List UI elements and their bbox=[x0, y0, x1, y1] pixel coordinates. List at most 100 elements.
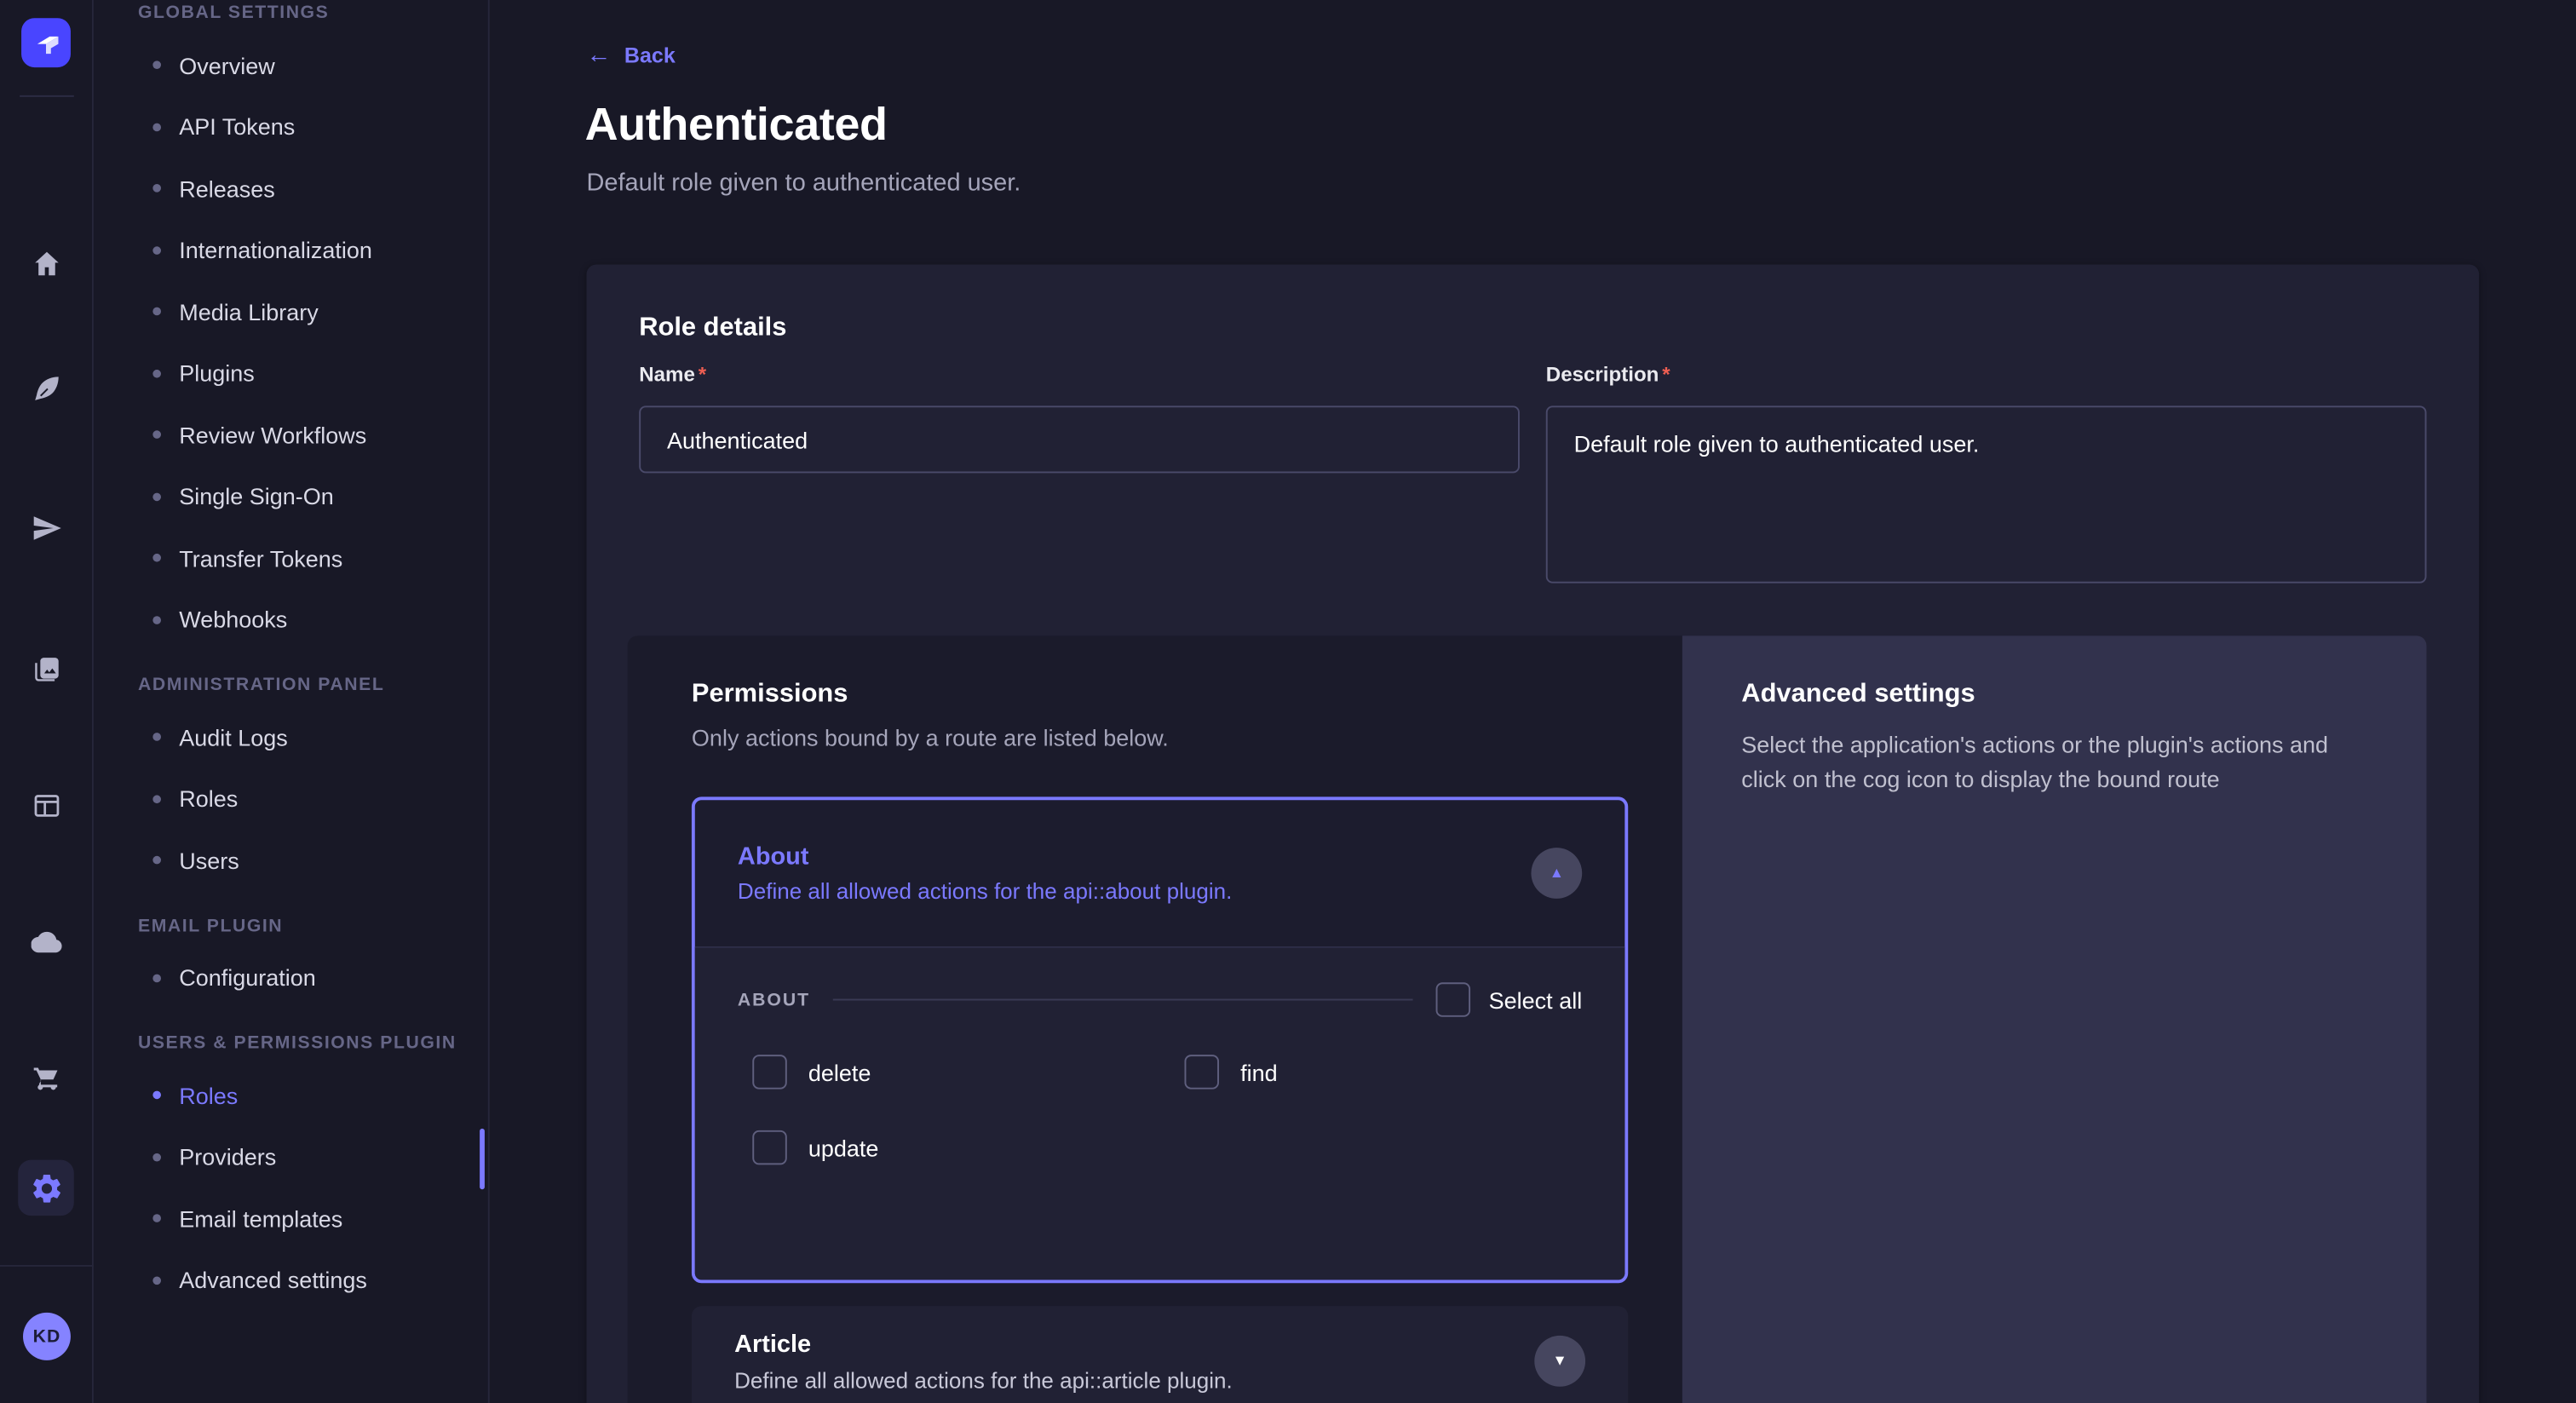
settings-sidebar: GLOBAL SETTINGS Overview API Tokens Release… bbox=[94, 0, 490, 1403]
select-all-label: Select all bbox=[1489, 986, 1583, 1013]
sidebar-item-transfer-tokens[interactable]: Transfer Tokens bbox=[94, 527, 488, 589]
sidebar-item-api-tokens[interactable]: API Tokens bbox=[94, 96, 488, 158]
strapi-admin-page: KD GLOBAL SETTINGS Overview API Tokens Rele… bbox=[0, 0, 2576, 1403]
bullet-icon bbox=[152, 733, 161, 742]
bullet-icon bbox=[152, 369, 161, 377]
rail-bottom-divider bbox=[0, 1265, 94, 1267]
permission-actions: delete find update bbox=[752, 1055, 1616, 1164]
sidebar-item-webhooks[interactable]: Webhooks bbox=[94, 589, 488, 650]
sidebar-item-label: Advanced settings bbox=[179, 1267, 367, 1293]
sidebar-item-single-sign-on[interactable]: Single Sign-On bbox=[94, 466, 488, 527]
sidebar-item-label: Configuration bbox=[179, 965, 316, 992]
sidebar-item-label: Email templates bbox=[179, 1205, 342, 1232]
sidebar-item-overview[interactable]: Overview bbox=[94, 34, 488, 95]
sidebar-item-users[interactable]: Users bbox=[94, 830, 488, 891]
media-library-icon[interactable] bbox=[23, 646, 69, 692]
accordion-about: About Define all allowed actions for the… bbox=[692, 796, 1628, 1283]
sidebar-item-label: Releases bbox=[179, 175, 275, 202]
permission-action-find: find bbox=[1184, 1055, 1616, 1090]
sidebar-section-title: EMAIL PLUGIN bbox=[94, 914, 488, 947]
chevron-down-icon: ▼ bbox=[1553, 1354, 1567, 1368]
nav-rail: KD bbox=[0, 0, 94, 1403]
accordion-about-body: ABOUT Select all delete find update bbox=[695, 946, 1625, 1279]
advanced-settings-body: Select the application's actions or the … bbox=[1741, 727, 2369, 796]
bullet-icon bbox=[152, 1091, 161, 1100]
action-label: delete bbox=[808, 1059, 871, 1085]
permission-action-update: update bbox=[752, 1130, 1184, 1165]
sidebar-item-advanced-settings[interactable]: Advanced settings bbox=[94, 1250, 488, 1311]
accordion-article-title: Article bbox=[734, 1331, 811, 1359]
required-asterisk: * bbox=[1662, 363, 1670, 386]
sidebar-item-label: Single Sign-On bbox=[179, 483, 334, 509]
select-all-checkbox[interactable] bbox=[1436, 982, 1471, 1016]
sidebar-item-label: Users bbox=[179, 848, 239, 874]
sidebar-item-releases[interactable]: Releases bbox=[94, 158, 488, 219]
page-subtitle: Default role given to authenticated user… bbox=[586, 170, 1021, 198]
sidebar-section-title: ADMINISTRATION PANEL bbox=[94, 674, 488, 707]
name-input[interactable] bbox=[639, 405, 1520, 473]
permissions-panel: Permissions Only actions bound by a rout… bbox=[628, 635, 1682, 1403]
permission-action-delete: delete bbox=[752, 1055, 1184, 1090]
sidebar-item-audit-logs[interactable]: Audit Logs bbox=[94, 706, 488, 768]
sidebar-item-media-library[interactable]: Media Library bbox=[94, 281, 488, 342]
sidebar-item-email-templates[interactable]: Email templates bbox=[94, 1187, 488, 1249]
action-label: find bbox=[1240, 1059, 1278, 1085]
home-icon[interactable] bbox=[23, 240, 69, 286]
description-label: Description* bbox=[1546, 363, 1670, 386]
group-label: ABOUT bbox=[738, 990, 810, 1009]
sidebar-item-plugins[interactable]: Plugins bbox=[94, 342, 488, 404]
paper-plane-icon[interactable] bbox=[23, 504, 69, 550]
cart-icon[interactable] bbox=[23, 1053, 69, 1099]
sidebar-item-review-workflows[interactable]: Review Workflows bbox=[94, 404, 488, 465]
accordion-about-header[interactable]: About Define all allowed actions for the… bbox=[695, 800, 1625, 946]
gear-icon[interactable] bbox=[18, 1160, 74, 1216]
update-checkbox[interactable] bbox=[752, 1130, 786, 1165]
action-label: update bbox=[808, 1135, 879, 1161]
delete-checkbox[interactable] bbox=[752, 1055, 786, 1090]
bullet-icon bbox=[152, 492, 161, 501]
expand-button[interactable]: ▼ bbox=[1534, 1336, 1585, 1387]
back-link[interactable]: ← Back bbox=[586, 43, 675, 67]
sidebar-item-providers[interactable]: Providers bbox=[94, 1126, 488, 1187]
find-checkbox[interactable] bbox=[1184, 1055, 1219, 1090]
accordion-article-subtitle: Define all allowed actions for the api::… bbox=[734, 1368, 1233, 1393]
sidebar-item-internationalization[interactable]: Internationalization bbox=[94, 219, 488, 280]
required-asterisk: * bbox=[699, 363, 706, 386]
name-label: Name* bbox=[639, 363, 706, 386]
sidebar-item-label: Overview bbox=[179, 52, 275, 78]
accordion-about-subtitle: Define all allowed actions for the api::… bbox=[738, 879, 1232, 904]
permissions-heading: Permissions bbox=[692, 680, 848, 710]
arrow-left-icon: ← bbox=[586, 44, 611, 66]
description-textarea[interactable]: Default role given to authenticated user… bbox=[1546, 405, 2427, 583]
collapse-button[interactable]: ▲ bbox=[1531, 848, 1582, 899]
group-divider bbox=[833, 999, 1413, 1001]
feather-icon[interactable] bbox=[23, 365, 69, 411]
strapi-logo-icon bbox=[32, 28, 61, 58]
cloud-icon[interactable] bbox=[23, 918, 69, 964]
bullet-icon bbox=[152, 616, 161, 624]
sidebar-item-configuration[interactable]: Configuration bbox=[94, 947, 488, 1009]
bullet-icon bbox=[152, 1215, 161, 1223]
strapi-logo[interactable] bbox=[21, 18, 71, 67]
page-title: Authenticated bbox=[585, 99, 888, 152]
layout-icon[interactable] bbox=[23, 782, 69, 828]
sidebar-item-label: Media Library bbox=[179, 299, 319, 325]
accordion-article[interactable]: Article Define all allowed actions for t… bbox=[692, 1306, 1628, 1403]
bullet-icon bbox=[152, 554, 161, 562]
bullet-icon bbox=[152, 123, 161, 131]
sidebar-item-label: Roles bbox=[179, 785, 238, 812]
sidebar-item-roles[interactable]: Roles bbox=[94, 1065, 488, 1126]
role-details-heading: Role details bbox=[639, 313, 786, 343]
sidebar-item-label: Transfer Tokens bbox=[179, 545, 342, 572]
user-avatar[interactable]: KD bbox=[23, 1313, 71, 1360]
sidebar-section: GLOBAL SETTINGS Overview API Tokens Release… bbox=[94, 0, 488, 651]
rail-divider bbox=[20, 95, 74, 97]
role-card: Role details Name* Description* Default … bbox=[586, 264, 2479, 1402]
sidebar-section-title: GLOBAL SETTINGS bbox=[94, 2, 488, 35]
bullet-icon bbox=[152, 856, 161, 865]
sidebar-item-label: Webhooks bbox=[179, 607, 287, 633]
bullet-icon bbox=[152, 974, 161, 982]
sidebar-item-roles[interactable]: Roles bbox=[94, 768, 488, 830]
sidebar-item-label: Internationalization bbox=[179, 237, 372, 263]
sidebar-sections: GLOBAL SETTINGS Overview API Tokens Release… bbox=[94, 0, 488, 1311]
